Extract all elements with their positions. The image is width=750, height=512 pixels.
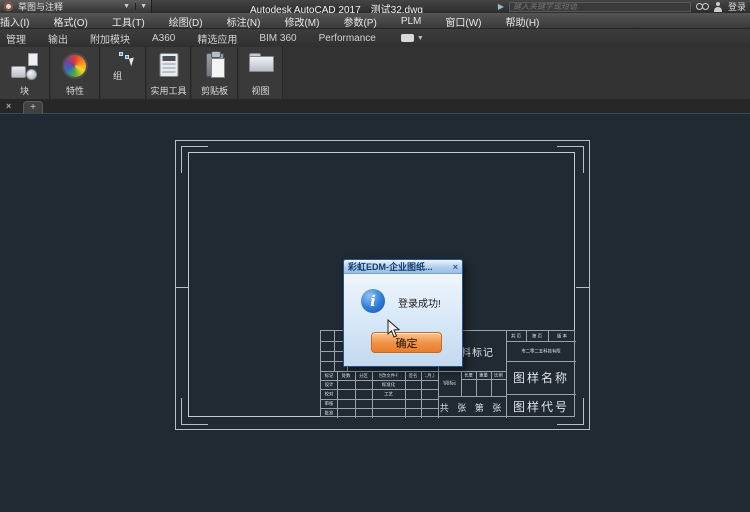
tb-header-date: 年,月,日 xyxy=(425,373,434,378)
tb-row-design: 设计 xyxy=(325,382,334,387)
menu-dimension[interactable]: 标注(N) xyxy=(215,14,273,29)
panel-block[interactable]: 块 xyxy=(0,47,50,99)
autocad-window: 草图与注释 ▼ ▼ Autodesk AutoCAD 2017测试32.dwg … xyxy=(0,0,750,512)
workspace-switcher[interactable]: 草图与注释 ▼ ▼ xyxy=(0,0,152,13)
color-wheel-icon xyxy=(62,53,88,79)
tb-top-cell: 第 页 xyxy=(531,333,543,339)
panel-clipboard[interactable]: 剪贴板 xyxy=(192,47,238,99)
tb-row-process: 工艺 xyxy=(379,391,397,397)
frame-center-tick xyxy=(175,287,188,288)
tb-company-name: 南宁市二零二五科技有限公司 xyxy=(522,346,561,357)
titlebar-right-cluster: ▶ 登录 xyxy=(498,0,746,13)
panel-view[interactable]: 视图 xyxy=(239,47,283,99)
tb-header-mark: 标记 xyxy=(325,373,334,378)
ribbon-tab-a360[interactable]: A360 xyxy=(141,33,186,44)
group-icon xyxy=(119,52,135,66)
tb-header-signature: 签名 xyxy=(409,373,418,378)
ribbon-tab-performance[interactable]: Performance xyxy=(308,33,387,44)
dialog-title-bar[interactable]: 彩虹EDM-企业图纸... × xyxy=(344,260,462,274)
login-success-dialog: 彩虹EDM-企业图纸... × i 登录成功! 确定 xyxy=(343,259,463,367)
tb-row-check: 校对 xyxy=(325,391,334,397)
panel-properties[interactable]: 特性 xyxy=(51,47,100,99)
frame-corner-mark xyxy=(181,398,208,425)
search-input[interactable] xyxy=(509,2,691,12)
panel-group[interactable]: 组 xyxy=(101,47,146,99)
tb-sheet-count: 共 张 第 张 xyxy=(438,396,506,418)
user-icon[interactable] xyxy=(714,2,723,12)
tb-top-cell: 版 本 xyxy=(554,333,569,339)
chevron-right-icon[interactable]: ▶ xyxy=(498,2,504,11)
ribbon-tab-manage[interactable]: 管理 xyxy=(0,31,37,46)
login-button[interactable]: 登录 xyxy=(728,0,746,13)
ok-button[interactable]: 确定 xyxy=(371,332,442,353)
frame-corner-mark xyxy=(557,146,584,173)
workspace-label: 草图与注释 xyxy=(18,0,63,13)
tb-header-count: 处数 xyxy=(341,373,351,378)
file-tab-bar: × + xyxy=(0,99,750,114)
tb-header-zone: 分区 xyxy=(359,373,368,378)
info-icon: i xyxy=(361,289,385,313)
menu-help[interactable]: 帮助(H) xyxy=(493,14,551,29)
gear-icon xyxy=(4,2,13,11)
tb-row-approve: 批准 xyxy=(325,410,334,416)
new-tab-button[interactable]: + xyxy=(23,101,43,114)
tb-drawing-name: 图样名称 xyxy=(506,361,576,394)
ribbon-tab-bar: 管理 输出 附加模块 A360 精选应用 BIM 360 Performance… xyxy=(0,29,750,47)
drawing-canvas[interactable]: 标记 处数 分区 更改文件号 签名 年,月,日 设计 校对 审核 批准 标准化 … xyxy=(0,114,750,512)
menu-insert[interactable]: 插入(I) xyxy=(0,14,41,29)
tb-stage-col: 长度 xyxy=(464,373,472,377)
ribbon-tab-bim360[interactable]: BIM 360 xyxy=(248,33,307,44)
ribbon-tab-featured-apps[interactable]: 精选应用 xyxy=(186,31,248,46)
menu-draw[interactable]: 绘图(D) xyxy=(157,14,215,29)
frame-corner-mark xyxy=(181,146,208,173)
close-icon[interactable]: × xyxy=(6,101,11,111)
menu-parametric[interactable]: 参数(P) xyxy=(331,14,388,29)
tb-row-standardization: 标准化 xyxy=(379,382,397,387)
tb-top-cell: 共 页 xyxy=(511,333,522,339)
menu-bar: 插入(I) 格式(O) 工具(T) 绘图(D) 标注(N) 修改(M) 参数(P… xyxy=(0,13,750,29)
mouse-cursor-icon xyxy=(387,319,400,338)
close-icon[interactable]: × xyxy=(453,262,458,272)
chevron-down-icon[interactable]: ▼ xyxy=(135,3,147,10)
menu-window[interactable]: 窗口(W) xyxy=(433,14,493,29)
ribbon-state-icon xyxy=(401,34,414,42)
ribbon-panels: 块 特性 组 实用工具 剪贴板 视图 xyxy=(0,47,750,99)
chevron-down-icon[interactable]: ▼ xyxy=(123,3,130,10)
menu-format[interactable]: 格式(O) xyxy=(41,14,99,29)
dialog-title: 彩虹EDM-企业图纸... xyxy=(348,260,433,273)
tb-drawing-code: 图样代号 xyxy=(506,394,576,418)
frame-center-tick xyxy=(576,287,589,288)
ribbon-tab-output[interactable]: 输出 xyxy=(37,31,79,46)
ribbon-tab-addins[interactable]: 附加模块 xyxy=(79,31,141,46)
menu-plm[interactable]: PLM xyxy=(389,16,434,27)
tb-header-filechange: 更改文件号 xyxy=(379,373,397,378)
tb-stage-mark: 阶段标记 xyxy=(443,377,456,391)
view-icon xyxy=(249,53,273,71)
title-bar: 草图与注释 ▼ ▼ Autodesk AutoCAD 2017测试32.dwg … xyxy=(0,0,750,13)
search-binoculars-icon[interactable] xyxy=(696,3,709,11)
clipboard-icon xyxy=(206,53,224,77)
chevron-down-icon: ▼ xyxy=(417,35,424,42)
tb-stage-col: 重量 xyxy=(479,373,487,377)
menu-tools[interactable]: 工具(T) xyxy=(100,14,157,29)
tb-stage-col: 比例 xyxy=(494,373,502,377)
dialog-message: 登录成功! xyxy=(398,295,441,310)
calculator-icon xyxy=(159,53,178,77)
panel-utilities[interactable]: 实用工具 xyxy=(147,47,191,99)
tb-row-audit: 审核 xyxy=(325,401,334,406)
ribbon-display-toggle[interactable]: ▼ xyxy=(401,34,424,42)
menu-modify[interactable]: 修改(M) xyxy=(272,14,331,29)
block-icon xyxy=(10,53,40,81)
